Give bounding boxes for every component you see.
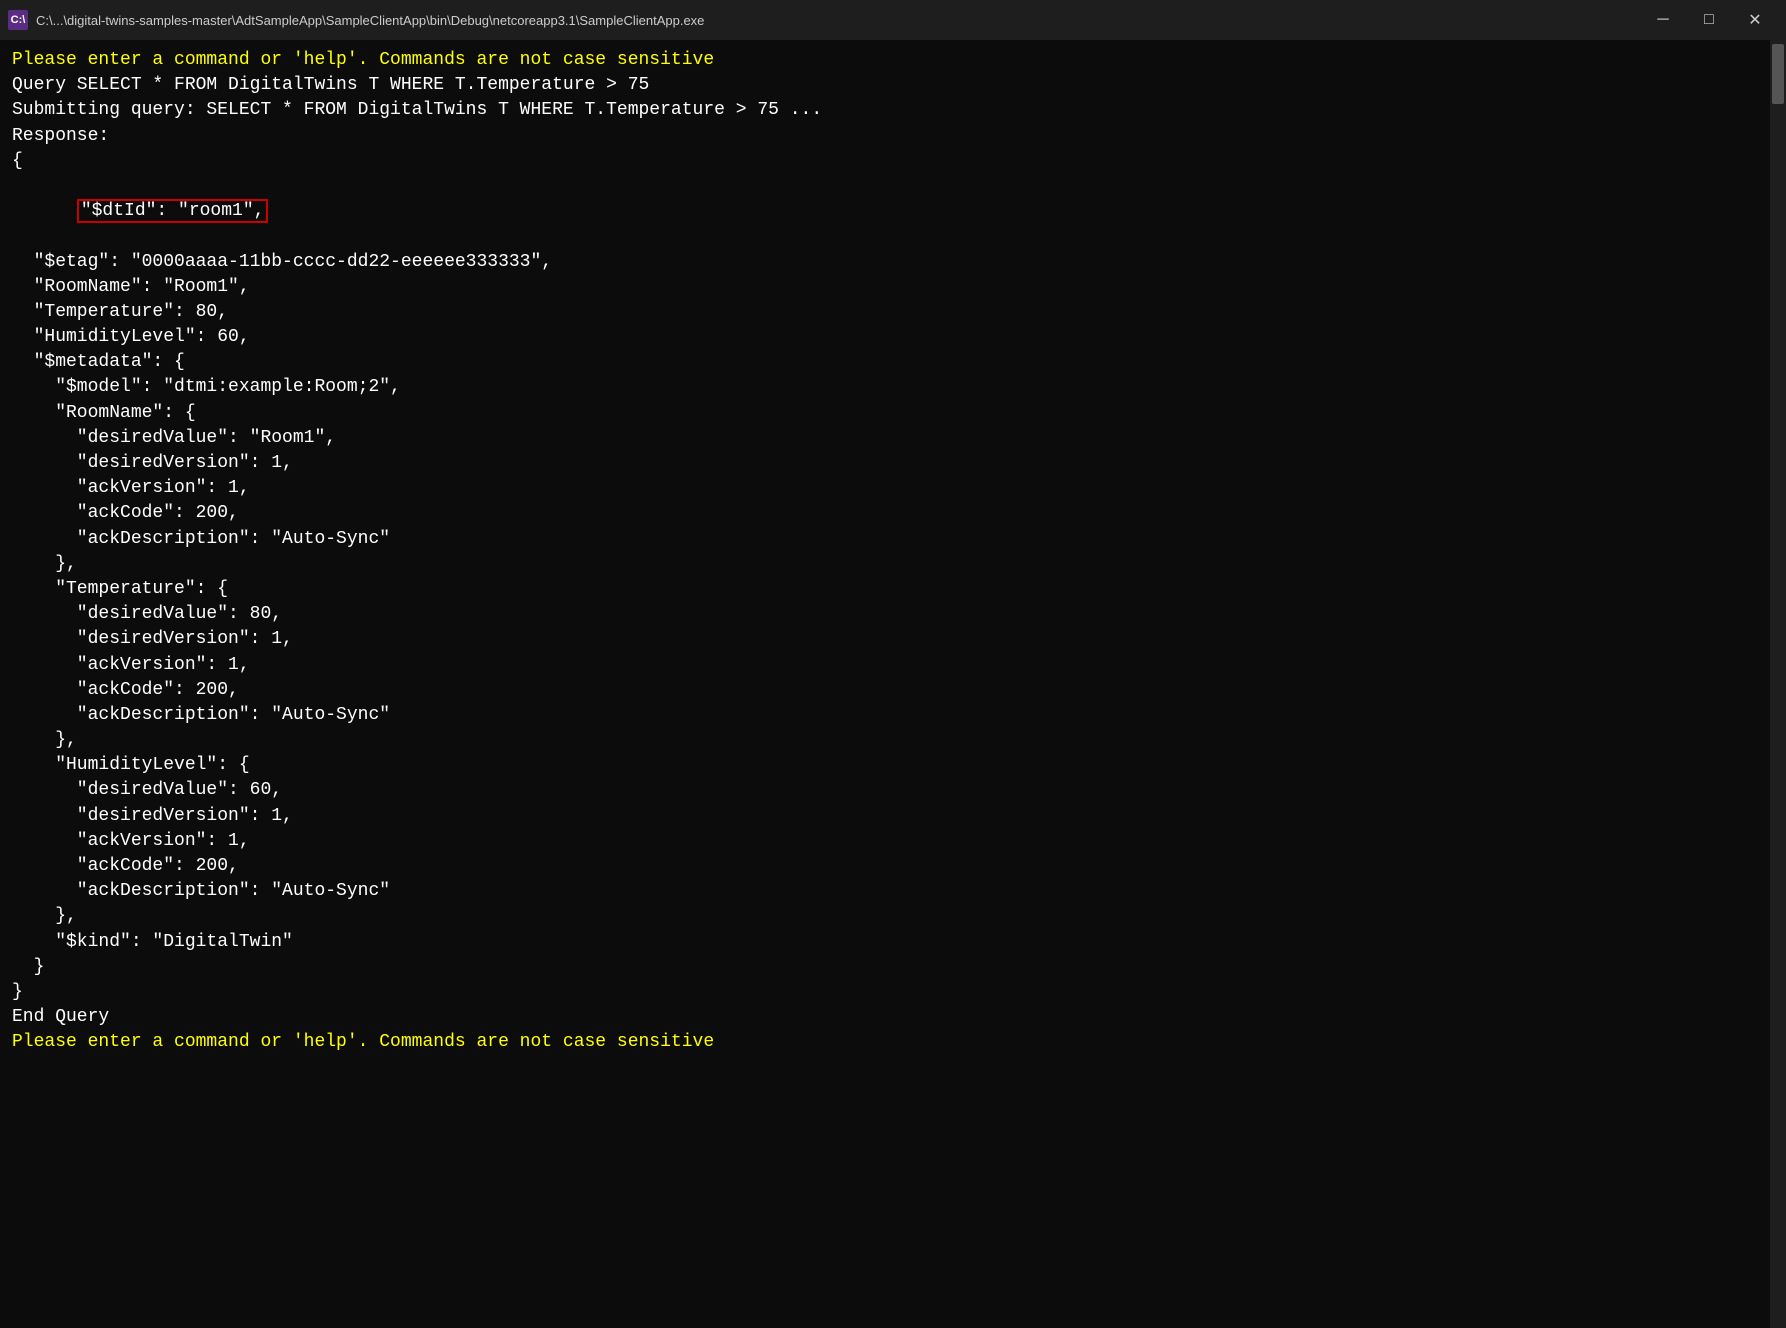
terminal-line-8: "RoomName": "Room1",: [12, 275, 1774, 300]
terminal-line-3: Submitting query: SELECT * FROM DigitalT…: [12, 98, 1774, 123]
highlighted-dtid: "$dtId": "room1",: [77, 199, 269, 223]
minimize-button[interactable]: ─: [1640, 5, 1686, 35]
terminal-line-33: },: [12, 904, 1774, 929]
terminal-line-1: Please enter a command or 'help'. Comman…: [12, 48, 1774, 73]
terminal-line-19: },: [12, 552, 1774, 577]
terminal-line-20: "Temperature": {: [12, 577, 1774, 602]
terminal-line-22: "desiredVersion": 1,: [12, 627, 1774, 652]
window-controls: ─ □ ✕: [1640, 5, 1778, 35]
scrollbar-thumb[interactable]: [1772, 44, 1784, 104]
terminal-line-28: "desiredValue": 60,: [12, 778, 1774, 803]
main-window: C:\ C:\...\digital-twins-samples-master\…: [0, 0, 1786, 1328]
terminal-line-25: "ackDescription": "Auto-Sync": [12, 703, 1774, 728]
maximize-button[interactable]: □: [1686, 5, 1732, 35]
terminal-line-35: }: [12, 955, 1774, 980]
terminal-line-32: "ackDescription": "Auto-Sync": [12, 879, 1774, 904]
terminal-line-17: "ackCode": 200,: [12, 501, 1774, 526]
scrollbar[interactable]: [1770, 40, 1786, 1328]
terminal-line-18: "ackDescription": "Auto-Sync": [12, 527, 1774, 552]
terminal-line-15: "desiredVersion": 1,: [12, 451, 1774, 476]
terminal-line-13: "RoomName": {: [12, 401, 1774, 426]
terminal-line-39: Please enter a command or 'help'. Comman…: [12, 1030, 1774, 1055]
title-bar: C:\ C:\...\digital-twins-samples-master\…: [0, 0, 1786, 40]
terminal-line-26: },: [12, 728, 1774, 753]
terminal-line-34: "$kind": "DigitalTwin": [12, 930, 1774, 955]
terminal-line-31: "ackCode": 200,: [12, 854, 1774, 879]
terminal-line-10: "HumidityLevel": 60,: [12, 325, 1774, 350]
terminal-line-4: Response:: [12, 124, 1774, 149]
terminal-line-37: End Query: [12, 1005, 1774, 1030]
terminal-line-14: "desiredValue": "Room1",: [12, 426, 1774, 451]
terminal-line-23: "ackVersion": 1,: [12, 653, 1774, 678]
terminal-line-30: "ackVersion": 1,: [12, 829, 1774, 854]
terminal-line-29: "desiredVersion": 1,: [12, 804, 1774, 829]
terminal-line-9: "Temperature": 80,: [12, 300, 1774, 325]
terminal-line-11: "$metadata": {: [12, 350, 1774, 375]
app-icon: C:\: [8, 10, 28, 30]
title-bar-left: C:\ C:\...\digital-twins-samples-master\…: [8, 10, 704, 30]
terminal-line-5: {: [12, 149, 1774, 174]
terminal-line-21: "desiredValue": 80,: [12, 602, 1774, 627]
terminal-output: Please enter a command or 'help'. Comman…: [0, 40, 1786, 1328]
window-title: C:\...\digital-twins-samples-master\AdtS…: [36, 13, 704, 28]
terminal-line-36: }: [12, 980, 1774, 1005]
terminal-line-2: Query SELECT * FROM DigitalTwins T WHERE…: [12, 73, 1774, 98]
terminal-line-6: "$dtId": "room1",: [12, 174, 1774, 250]
close-button[interactable]: ✕: [1732, 5, 1778, 35]
terminal-line-7: "$etag": "0000aaaa-11bb-cccc-dd22-eeeeee…: [12, 250, 1774, 275]
terminal-line-27: "HumidityLevel": {: [12, 753, 1774, 778]
terminal-line-16: "ackVersion": 1,: [12, 476, 1774, 501]
terminal-line-12: "$model": "dtmi:example:Room;2",: [12, 375, 1774, 400]
terminal-line-24: "ackCode": 200,: [12, 678, 1774, 703]
